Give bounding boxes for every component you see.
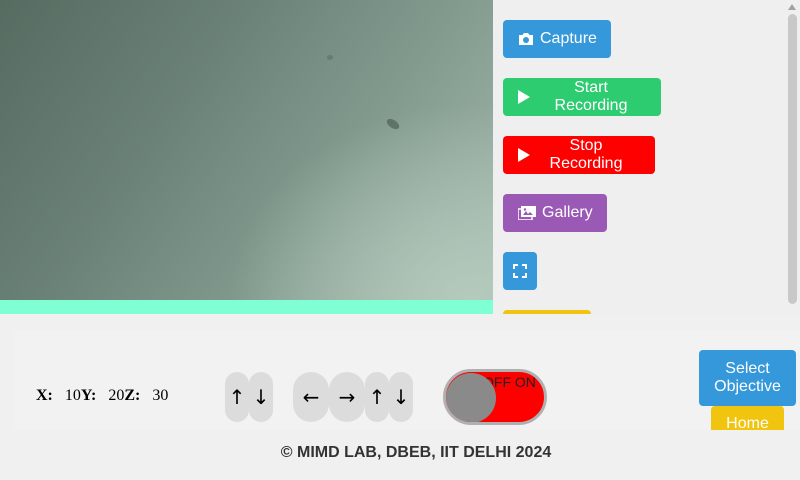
- y-value: 20: [108, 387, 125, 404]
- camera-icon: [518, 32, 534, 46]
- z-label: Z:: [124, 387, 141, 404]
- start-recording-label: Start Recording: [554, 79, 628, 114]
- move-right-button[interactable]: →: [329, 372, 365, 422]
- fullscreen-button[interactable]: [503, 252, 537, 290]
- scroll-thumb[interactable]: [788, 14, 797, 304]
- gallery-button[interactable]: Gallery: [503, 194, 607, 232]
- y-label: Y:: [80, 387, 97, 404]
- select-objective-button[interactable]: Select Objective: [699, 350, 796, 406]
- z-value: 30: [152, 387, 169, 404]
- move-left-button[interactable]: ←: [293, 372, 329, 422]
- z-down-button[interactable]: ↓: [249, 372, 273, 422]
- scroll-up-arrow-icon[interactable]: [788, 4, 796, 10]
- play-icon: [518, 90, 530, 104]
- capture-button[interactable]: Capture: [503, 20, 611, 58]
- preview-status-bar: [0, 300, 493, 314]
- home-button[interactable]: Home: [711, 406, 784, 430]
- stop-recording-label: Stop Recording: [549, 137, 623, 172]
- coordinate-readout: X: 10Y: 20Z: 30: [36, 387, 168, 405]
- start-recording-button[interactable]: Start Recording: [503, 78, 661, 116]
- footer-copyright: © MIMD LAB, DBEB, IIT DELHI 2024: [280, 444, 552, 461]
- toggle-knob[interactable]: [446, 373, 496, 422]
- z-up-button[interactable]: ↑: [225, 372, 249, 422]
- fullscreen-icon: [513, 264, 527, 278]
- stop-recording-button[interactable]: Stop Recording: [503, 136, 655, 174]
- gallery-label: Gallery: [542, 204, 593, 221]
- preview-speck: [327, 55, 333, 60]
- images-icon: [518, 206, 536, 220]
- xy-axis-controls: ← → ↑ ↓: [293, 372, 413, 422]
- scrollbar[interactable]: [785, 0, 800, 314]
- light-toggle-switch[interactable]: OFF ON: [443, 369, 547, 425]
- capture-label: Capture: [540, 30, 597, 47]
- stage-control-panel: X: 10Y: 20Z: 30 ↑ ↓ ← → ↑ ↓ OFF ON: [15, 330, 800, 430]
- x-value: 10: [64, 387, 81, 404]
- x-label: X:: [36, 387, 53, 404]
- move-down-button[interactable]: ↓: [389, 372, 413, 422]
- z-axis-controls: ↑ ↓: [225, 372, 273, 422]
- preview-speck: [384, 116, 402, 132]
- camera-preview: [0, 0, 493, 300]
- play-icon: [518, 148, 530, 162]
- partially-hidden-button[interactable]: [503, 310, 591, 314]
- move-up-button[interactable]: ↑: [365, 372, 389, 422]
- action-panel: Capture Start Recording Stop Recording G…: [493, 0, 800, 314]
